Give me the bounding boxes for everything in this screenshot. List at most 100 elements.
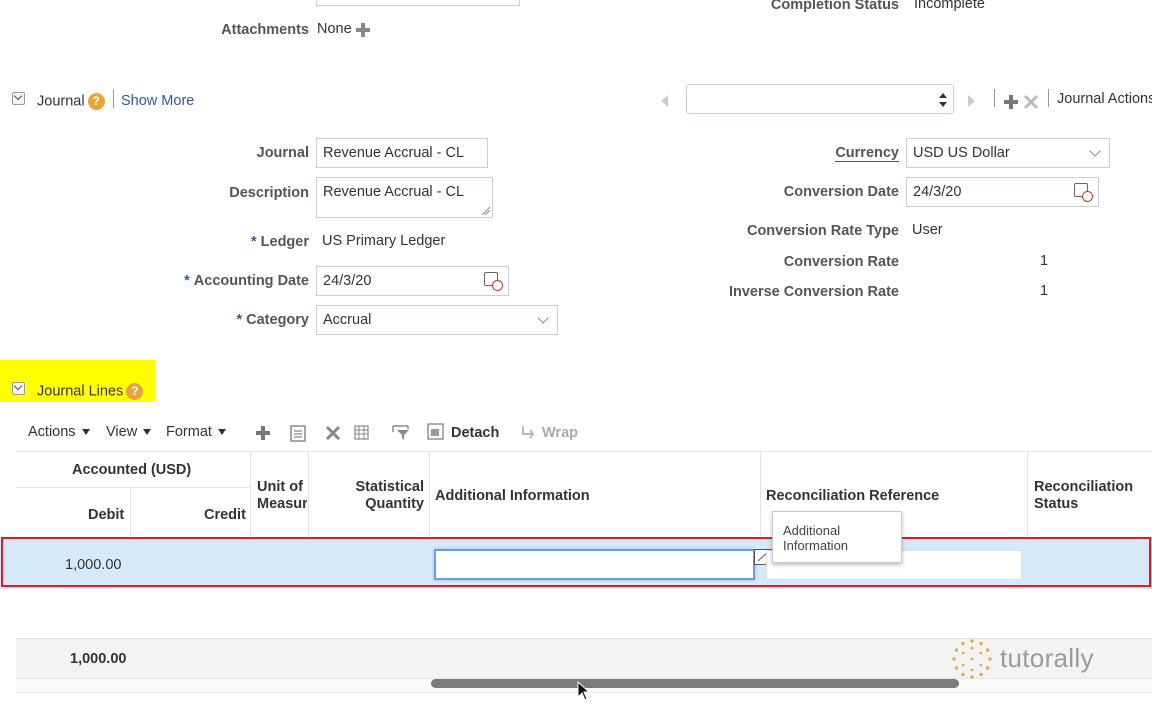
completion-status-label: Completion Status [770,0,899,13]
add-attachment-icon[interactable] [355,22,371,38]
reconciliation-reference-header[interactable]: Reconciliation Reference [766,488,939,504]
table-top-border [16,451,1152,452]
total-debit: 1,000.00 [70,651,127,667]
attachments-value: None [317,21,352,37]
freeze-columns-icon[interactable] [354,423,370,444]
detach-button[interactable]: Detach [451,425,499,441]
header-line: Measur [257,496,307,512]
detach-icon[interactable] [427,423,444,443]
delete-row-icon[interactable] [325,425,341,444]
conversion-rate-label: Conversion Rate [783,254,899,270]
column-divider [1027,451,1028,537]
required-mark: * [184,273,190,289]
required-mark: * [251,234,257,250]
top-partial-field[interactable] [316,0,520,6]
watermark-text: tutorally [1000,643,1094,673]
help-icon[interactable]: ? [126,383,144,400]
tutorally-logo-icon [951,638,993,683]
wrap-icon[interactable] [520,424,536,443]
previous-arrow-icon[interactable] [661,95,668,107]
accounted-group-divider [16,487,250,488]
duplicate-row-icon[interactable] [290,424,306,445]
show-more-link[interactable]: Show More [121,93,194,109]
inverse-conversion-rate-label: Inverse Conversion Rate [728,284,899,300]
format-menu[interactable]: Format [166,424,226,440]
header-line: Reconciliation [1034,479,1134,495]
add-row-icon[interactable] [255,425,271,444]
view-menu[interactable]: View [106,424,152,440]
horizontal-scrollbar-thumb[interactable] [431,679,959,688]
journal-name-input[interactable]: Revenue Accrual - CL [316,138,488,168]
column-divider [308,451,309,537]
column-divider [130,488,131,537]
column-divider [760,451,761,537]
debit-header[interactable]: Debit [88,507,124,523]
header-line: Status [1034,496,1079,512]
journal-collapse-icon[interactable] [12,92,25,105]
journal-lines-title: Journal Lines? [37,383,144,400]
delete-journal-icon[interactable] [1023,94,1039,110]
unit-of-measure-header[interactable]: Unit of Measur [257,479,307,513]
calendar-icon[interactable] [1074,183,1093,202]
reconciliation-status-header[interactable]: Reconciliation Status [1034,479,1133,513]
ledger-label-text: Ledger [260,234,309,250]
journal-lines-collapse-icon[interactable] [12,382,25,395]
credit-header[interactable]: Credit [204,507,246,523]
accounting-date-text: 24/3/20 [323,273,372,289]
caret-down-icon [217,429,226,436]
currency-select[interactable]: USD US Dollar [906,138,1110,168]
required-mark: * [236,312,243,328]
statistical-quantity-header[interactable]: Statistical Quantity [314,479,425,513]
add-journal-icon[interactable] [1003,94,1019,110]
selected-row-highlight-box [1,537,1151,587]
query-by-example-icon[interactable] [392,423,410,444]
currency-label: Currency [835,145,899,162]
accounted-usd-header: Accounted (USD) [72,462,192,478]
view-menu-label: View [106,424,138,440]
divider [994,89,995,107]
select-arrows-icon [939,93,947,107]
conversion-rate-type-value: User [912,222,943,238]
column-divider [250,451,251,537]
actions-menu[interactable]: Actions [28,424,90,440]
journal-label: Journal [256,145,309,161]
category-select[interactable]: Accrual [316,305,558,335]
category-label-text: Category [246,312,309,328]
next-arrow-icon[interactable] [968,95,975,107]
header-line: Statistical [355,479,425,495]
accounting-date-input[interactable]: 24/3/20 [316,266,509,296]
conversion-date-input[interactable]: 24/3/20 [906,177,1099,207]
actions-menu-label: Actions [28,424,76,440]
description-text: Revenue Accrual - CL [323,184,465,200]
field-tooltip: Additional Information [772,511,902,563]
caret-down-icon [143,429,152,436]
accounting-date-label-text: Accounting Date [193,273,309,289]
header-line: Quantity [365,496,424,512]
conversion-date-text: 24/3/20 [913,184,962,200]
journal-actions-menu[interactable]: Journal Actions [1057,91,1152,107]
journal-section-title: Journal? [37,93,105,110]
journal-selector[interactable] [686,84,954,114]
description-label: Description [229,185,309,201]
header-line: Unit of [257,479,303,495]
attachments-label: Attachments [221,22,309,38]
divider [113,90,114,108]
wrap-button[interactable]: Wrap [542,425,578,441]
tooltip-line: Information [783,538,849,553]
additional-information-header[interactable]: Additional Information [435,488,590,504]
chevron-down-icon [1089,145,1101,157]
accounting-date-label: * Accounting Date [184,273,309,289]
journal-lines-title-text: Journal Lines [37,383,124,400]
calendar-icon[interactable] [484,272,503,291]
description-textarea[interactable]: Revenue Accrual - CL [316,177,493,218]
conversion-rate-value: 1 [1040,253,1049,269]
inverse-conversion-rate-value: 1 [1040,283,1049,299]
chevron-down-icon [537,312,549,324]
ledger-value: US Primary Ledger [322,233,446,249]
mouse-cursor-icon [577,680,591,704]
resize-handle-icon[interactable] [482,207,490,215]
category-text: Accrual [323,312,372,328]
help-icon[interactable]: ? [87,93,105,110]
journal-title-text: Journal [37,93,85,110]
ledger-label: * Ledger [251,234,309,250]
